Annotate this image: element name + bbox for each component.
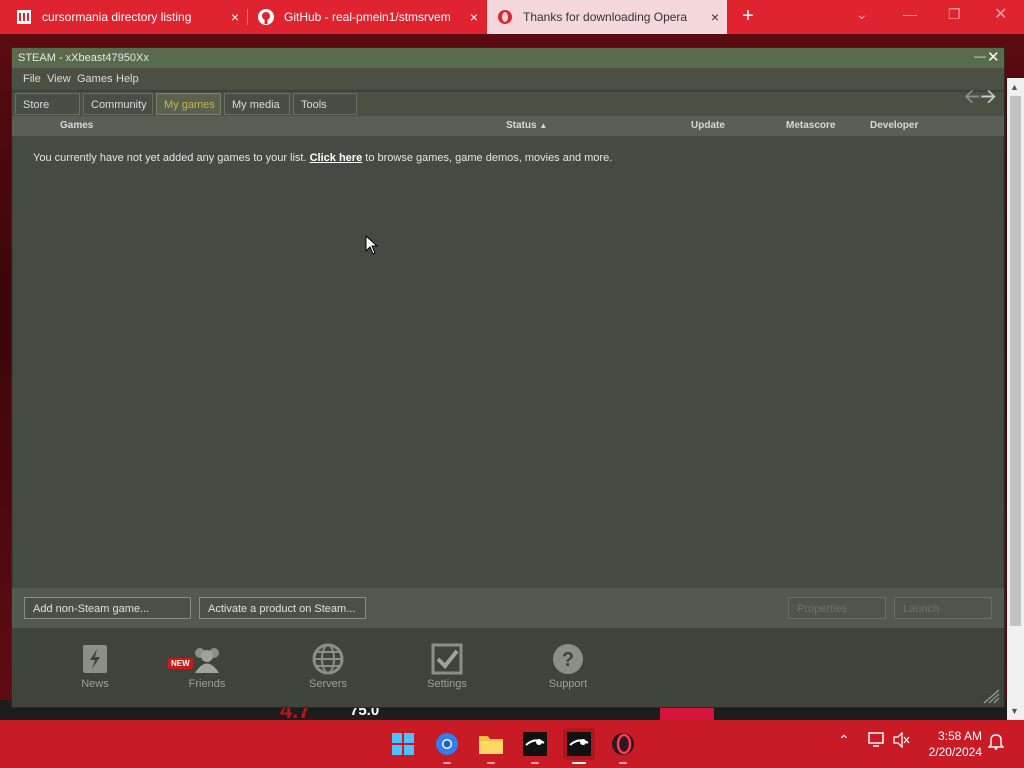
start-button[interactable] bbox=[387, 728, 419, 760]
opera-gx-icon bbox=[612, 733, 634, 755]
windows-taskbar: ⌃ 3:58 AM 2/20/2024 bbox=[0, 720, 1024, 768]
properties-button[interactable]: Properties bbox=[788, 597, 886, 619]
tab-community[interactable]: Community bbox=[83, 93, 153, 115]
clock-date: 2/20/2024 bbox=[928, 745, 982, 759]
close-tab-icon[interactable]: × bbox=[223, 9, 247, 25]
support-label: Support bbox=[548, 678, 588, 690]
steam-close-icon[interactable]: ✕ bbox=[987, 48, 1000, 66]
minimize-icon[interactable]: — bbox=[903, 6, 917, 22]
games-list-area: You currently have not yet added any gam… bbox=[12, 136, 1003, 588]
news-icon bbox=[78, 642, 112, 676]
launch-button[interactable]: Launch bbox=[894, 597, 992, 619]
column-status[interactable]: Status ▲ bbox=[506, 120, 547, 131]
network-icon[interactable] bbox=[868, 732, 886, 751]
tab-store[interactable]: Store bbox=[15, 93, 80, 115]
games-column-header: Games Status ▲ Update Metascore Develope… bbox=[12, 116, 1004, 136]
news-label: News bbox=[81, 678, 109, 690]
github-icon bbox=[258, 9, 274, 25]
steam-minimize-icon[interactable]: — bbox=[974, 49, 986, 63]
column-developer[interactable]: Developer bbox=[870, 120, 918, 131]
browser-tab-strip: cursormania directory listing × GitHub -… bbox=[0, 0, 1024, 34]
activate-product-button[interactable]: Activate a product on Steam... bbox=[199, 597, 366, 619]
notification-bell-icon[interactable] bbox=[987, 732, 1005, 753]
close-window-icon[interactable]: ✕ bbox=[994, 4, 1007, 24]
restore-icon[interactable]: ❐ bbox=[948, 6, 961, 23]
browser-tab-opera[interactable]: Thanks for downloading Opera × bbox=[487, 0, 727, 34]
sort-ascending-icon: ▲ bbox=[539, 121, 548, 130]
steam-nav-arrows: 🡨🡪 bbox=[964, 82, 997, 116]
close-tab-icon[interactable]: × bbox=[462, 9, 486, 25]
browser-tab-github[interactable]: GitHub - real-pmein1/stmsrvem × bbox=[248, 0, 486, 34]
add-non-steam-game-button[interactable]: Add non-Steam game... bbox=[24, 597, 191, 619]
steam-window-title: STEAM - xXbeast47950Xx bbox=[18, 52, 149, 64]
friends-button[interactable]: Friends bbox=[172, 642, 242, 690]
opera-gx-taskbar-button[interactable] bbox=[607, 728, 639, 764]
friends-label: Friends bbox=[188, 678, 226, 690]
browser-tab-title: Thanks for downloading Opera bbox=[523, 10, 688, 24]
checkbox-icon bbox=[430, 642, 464, 676]
column-metascore[interactable]: Metascore bbox=[786, 120, 835, 131]
browser-tab-title: cursormania directory listing bbox=[42, 10, 192, 24]
steam-taskbar-button-1[interactable] bbox=[519, 728, 551, 764]
steam-icon bbox=[567, 732, 591, 756]
globe-icon bbox=[311, 642, 345, 676]
menu-help[interactable]: Help bbox=[116, 73, 139, 85]
menu-view[interactable]: View bbox=[47, 73, 71, 85]
empty-games-message: You currently have not yet added any gam… bbox=[33, 152, 613, 164]
scroll-up-icon[interactable]: ▲ bbox=[1010, 82, 1019, 92]
browser-tab-cursormania[interactable]: cursormania directory listing × bbox=[0, 0, 247, 34]
steam-tab-bar: Store Community My games My media Tools bbox=[12, 92, 1004, 116]
servers-button[interactable]: Servers bbox=[293, 642, 363, 690]
steam-icon bbox=[523, 732, 547, 756]
news-button[interactable]: News bbox=[60, 642, 130, 690]
svg-text:?: ? bbox=[562, 649, 574, 671]
folder-icon bbox=[479, 736, 503, 754]
browse-games-link[interactable]: Click here bbox=[310, 152, 363, 164]
column-games[interactable]: Games bbox=[60, 120, 93, 131]
mouse-cursor-icon bbox=[365, 234, 379, 258]
taskbar-clock[interactable]: 3:58 AM 2/20/2024 bbox=[920, 728, 982, 760]
settings-button[interactable]: Settings bbox=[412, 642, 482, 690]
friends-icon bbox=[190, 642, 224, 676]
resize-grip-icon[interactable] bbox=[982, 688, 1000, 704]
column-update[interactable]: Update bbox=[691, 120, 725, 131]
chrome-icon bbox=[436, 733, 458, 755]
tab-my-media[interactable]: My media bbox=[224, 93, 290, 115]
opera-icon bbox=[497, 9, 513, 25]
steam-menu-bar: File View Games Help bbox=[12, 68, 1004, 90]
tab-search-icon[interactable]: ⌄ bbox=[856, 6, 868, 23]
file-explorer-taskbar-button[interactable] bbox=[475, 728, 507, 764]
support-button[interactable]: ? Support bbox=[533, 642, 603, 690]
steam-taskbar-button-2[interactable] bbox=[563, 728, 595, 764]
scrollbar-thumb[interactable] bbox=[1010, 96, 1021, 626]
museum-icon bbox=[16, 9, 32, 25]
steam-action-bar: Add non-Steam game... Activate a product… bbox=[12, 588, 1004, 628]
tab-my-games[interactable]: My games bbox=[156, 93, 221, 115]
tab-tools[interactable]: Tools bbox=[293, 93, 357, 115]
browser-tab-title: GitHub - real-pmein1/stmsrvem bbox=[284, 10, 451, 24]
question-icon: ? bbox=[551, 642, 585, 676]
clock-time: 3:58 AM bbox=[937, 729, 982, 743]
show-hidden-icons-icon[interactable]: ⌃ bbox=[838, 732, 850, 749]
close-tab-icon[interactable]: × bbox=[703, 9, 727, 25]
scroll-down-icon[interactable]: ▼ bbox=[1010, 706, 1019, 716]
windows-icon bbox=[392, 733, 414, 755]
settings-label: Settings bbox=[427, 678, 467, 690]
menu-games[interactable]: Games bbox=[77, 73, 112, 85]
back-arrow-icon[interactable]: 🡨 bbox=[964, 86, 980, 108]
chrome-taskbar-button[interactable] bbox=[431, 728, 463, 764]
browser-scrollbar[interactable]: ▲ ▼ bbox=[1007, 78, 1024, 720]
steam-window: STEAM - xXbeast47950Xx — ✕ File View Gam… bbox=[11, 47, 1005, 708]
volume-muted-icon[interactable] bbox=[893, 731, 911, 751]
steam-title-bar[interactable]: STEAM - xXbeast47950Xx — ✕ bbox=[12, 48, 1004, 68]
servers-label: Servers bbox=[309, 678, 347, 690]
forward-arrow-icon[interactable]: 🡪 bbox=[980, 86, 996, 108]
menu-file[interactable]: File bbox=[23, 73, 41, 85]
steam-bottom-bar: News NEW Friends Servers Settings ? Supp… bbox=[12, 628, 1004, 707]
new-tab-button[interactable]: + bbox=[737, 5, 759, 27]
